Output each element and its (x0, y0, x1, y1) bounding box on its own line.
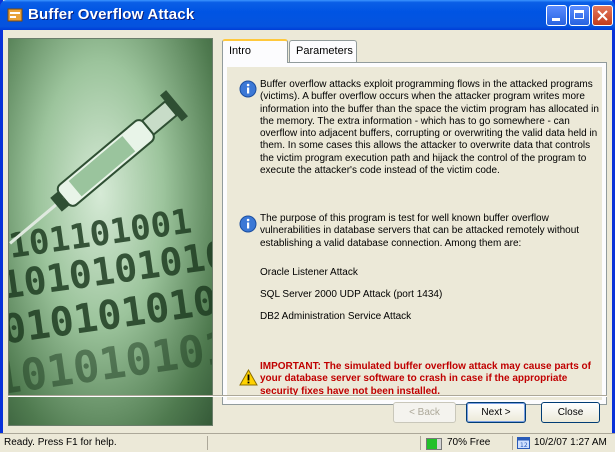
info-icon (239, 215, 257, 233)
memory-indicator: 70% Free (420, 436, 511, 450)
app-icon (7, 8, 23, 22)
attack-item: Oracle Listener Attack (260, 267, 358, 278)
memory-bar-fill (427, 439, 437, 449)
button-separator (8, 395, 607, 397)
maximize-button[interactable] (569, 5, 590, 26)
important-warning: IMPORTANT: The simulated buffer overflow… (260, 361, 591, 397)
status-bar: Ready. Press F1 for help. 70% Free 12 10… (0, 433, 615, 452)
datetime-cell: 12 10/2/07 1:27 AM (512, 436, 615, 450)
main-window: Buffer Overflow Attack 0101101001 010101… (0, 0, 615, 451)
title-bar[interactable]: Buffer Overflow Attack (0, 0, 615, 30)
intro-paragraph-2: The purpose of this program is test for … (260, 213, 580, 249)
tab-parameters-label: Parameters (296, 45, 353, 57)
info-icon (239, 80, 257, 98)
tab-intro-label: Intro (229, 45, 252, 57)
status-spacer (207, 436, 418, 450)
close-button[interactable]: Close (541, 402, 600, 423)
syringe-icon: 0101101001 01010101010 1010101010 010101… (9, 90, 212, 409)
next-button[interactable]: Next > (466, 402, 526, 423)
tab-parameters[interactable]: Parameters (289, 40, 357, 62)
back-button[interactable]: < Back (393, 402, 456, 423)
minimize-button[interactable] (546, 5, 567, 26)
intro-paragraph-1: Buffer overflow attacks exploit programm… (260, 79, 599, 177)
attack-item: DB2 Administration Service Attack (260, 311, 412, 322)
close-icon (597, 10, 608, 21)
calendar-icon: 12 (517, 437, 530, 449)
syringe-illustration: 0101101001 01010101010 1010101010 010101… (8, 38, 213, 426)
minimize-icon (552, 18, 560, 21)
status-message: Ready. Press F1 for help. (4, 437, 117, 448)
warning-icon (239, 369, 258, 386)
tab-control: Intro Parameters Buffer overflow attacks… (222, 39, 607, 405)
memory-free: 70% Free (447, 437, 491, 448)
intro-panel: Buffer overflow attacks exploit programm… (222, 62, 607, 405)
svg-text:12: 12 (520, 442, 528, 449)
intro-panel-body: Buffer overflow attacks exploit programm… (227, 67, 602, 400)
datetime: 10/2/07 1:27 AM (534, 437, 607, 448)
close-window-button[interactable] (592, 5, 613, 26)
maximize-icon (574, 10, 584, 19)
wizard-content: 0101101001 01010101010 1010101010 010101… (3, 30, 612, 426)
window-title: Buffer Overflow Attack (28, 6, 195, 23)
tab-intro[interactable]: Intro (222, 39, 288, 63)
attack-item: SQL Server 2000 UDP Attack (port 1434) (260, 289, 443, 300)
